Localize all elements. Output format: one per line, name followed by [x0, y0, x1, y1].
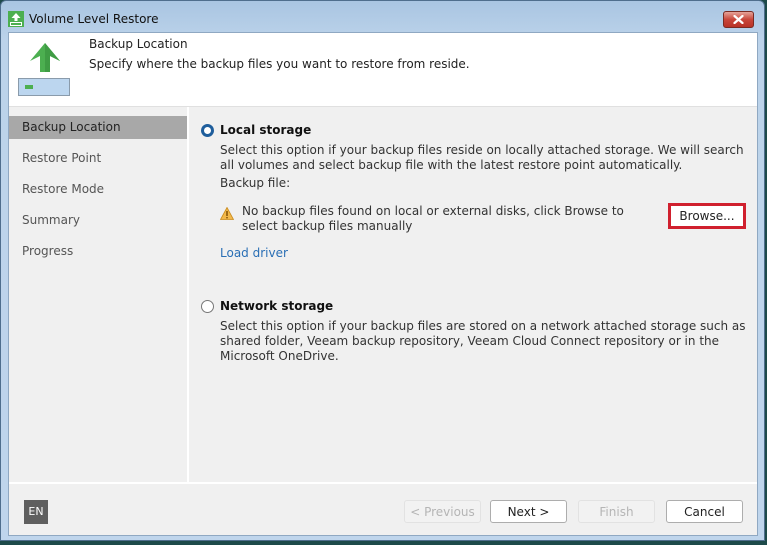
footer-divider [9, 482, 757, 484]
title-bar[interactable]: Volume Level Restore [1, 1, 764, 33]
upload-arrow-disk-icon [18, 43, 70, 96]
page-title: Backup Location [89, 37, 188, 51]
network-storage-radio[interactable] [201, 299, 214, 313]
step-summary[interactable]: Summary [9, 209, 187, 232]
step-content: Local storage Select this option if your… [189, 107, 757, 482]
network-storage-option[interactable]: Network storage [201, 299, 333, 313]
local-storage-label[interactable]: Local storage [220, 123, 311, 137]
no-backup-warning: No backup files found on local or extern… [242, 204, 624, 233]
wizard-steps: Backup Location Restore Point Restore Mo… [9, 107, 189, 482]
page-subtitle: Specify where the backup files you want … [89, 57, 470, 71]
load-driver-link[interactable]: Load driver [220, 246, 288, 260]
browse-button[interactable]: Browse... [673, 208, 741, 224]
step-backup-location[interactable]: Backup Location [9, 116, 187, 139]
next-button[interactable]: Next > [490, 500, 567, 523]
network-storage-description: Select this option if your backup files … [220, 319, 746, 363]
window-title: Volume Level Restore [29, 12, 159, 26]
step-restore-point[interactable]: Restore Point [9, 147, 187, 170]
wizard-window: Volume Level Restore Backup Location Spe… [0, 0, 765, 541]
close-button[interactable] [723, 11, 754, 28]
close-icon [733, 15, 744, 24]
local-storage-radio[interactable] [201, 123, 214, 137]
browse-highlight: Browse... [668, 203, 746, 229]
wizard-body: Backup Location Specify where the backup… [8, 32, 758, 536]
finish-button[interactable]: Finish [578, 500, 655, 523]
language-indicator[interactable]: EN [24, 500, 48, 524]
wizard-header: Backup Location Specify where the backup… [9, 33, 757, 107]
backup-file-label: Backup file: [220, 176, 291, 190]
local-storage-description: Select this option if your backup files … [220, 143, 744, 172]
volume-restore-icon [8, 11, 24, 27]
warning-icon [220, 207, 234, 220]
network-storage-label[interactable]: Network storage [220, 299, 333, 313]
previous-button[interactable]: < Previous [404, 500, 481, 523]
cancel-button[interactable]: Cancel [666, 500, 743, 523]
step-restore-mode[interactable]: Restore Mode [9, 178, 187, 201]
local-storage-option[interactable]: Local storage [201, 123, 311, 137]
step-progress[interactable]: Progress [9, 240, 187, 263]
